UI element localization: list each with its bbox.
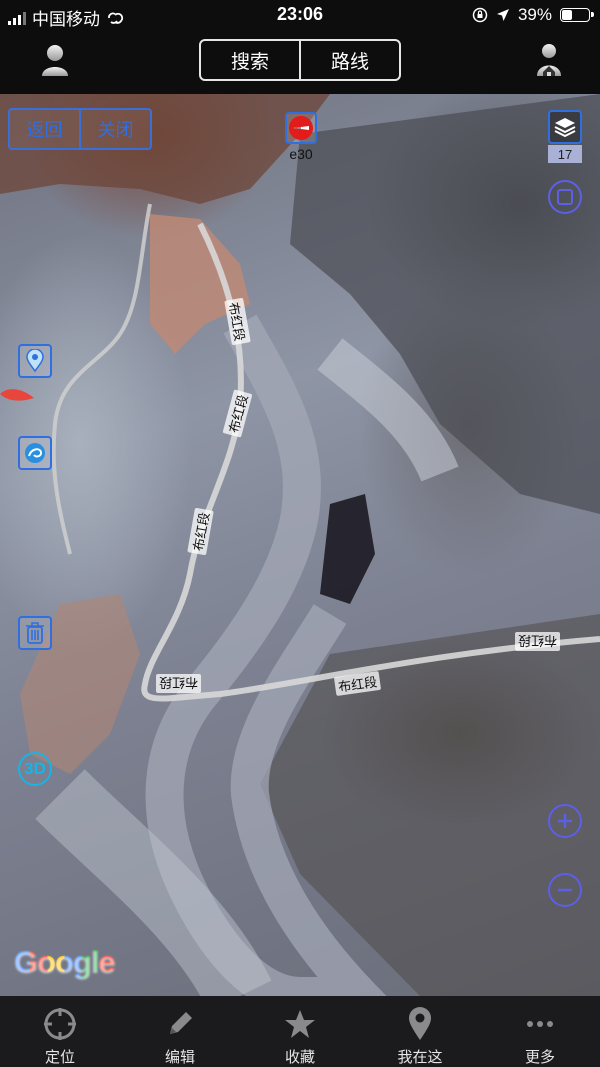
road-label: 布红段 — [515, 632, 561, 651]
delete-button[interactable] — [18, 616, 52, 650]
trash-icon — [26, 622, 44, 644]
location-pin-icon — [409, 1007, 431, 1040]
track-swirl-icon — [25, 443, 45, 463]
more-dots-icon — [527, 1021, 553, 1027]
zoom-level-badge: 17 — [548, 145, 582, 163]
mode-3d-button[interactable]: 3D — [18, 752, 52, 786]
road-label: 布红段 — [156, 674, 202, 693]
tab-search[interactable]: 搜索 — [201, 41, 299, 79]
battery-percent: 39% — [517, 5, 552, 24]
google-logo: Google — [14, 944, 116, 979]
crosshair-icon — [44, 1008, 76, 1040]
orientation-lock-icon — [472, 7, 488, 23]
terrain-imagery — [0, 94, 600, 996]
leaf-marker-icon — [0, 389, 34, 401]
compass-label: e30 — [289, 146, 313, 162]
layers-button[interactable] — [548, 110, 582, 144]
nav-edit-label: 编辑 — [164, 1049, 195, 1066]
user-button[interactable] — [38, 42, 72, 78]
google-attribution: Google — [14, 944, 116, 980]
bottom-nav: 定位 编辑 收藏 我在这 更多 — [0, 996, 600, 1067]
status-bar: 中国移动 23:06 39% — [0, 0, 600, 30]
back-close-group: 返回 关闭 — [8, 108, 152, 150]
user-icon — [42, 45, 68, 76]
compass-icon — [289, 116, 313, 140]
satellite-map[interactable]: 返回 关闭 e30 17 3D 布红段 布红段 布红段 布红段 布红段 布红段 … — [0, 94, 600, 996]
zoom-in-button[interactable] — [548, 804, 582, 838]
nav-locate[interactable]: 定位 — [0, 996, 120, 1067]
nav-more-label: 更多 — [524, 1049, 555, 1066]
zoom-out-button[interactable] — [548, 873, 582, 907]
nav-locate-label: 定位 — [44, 1049, 75, 1066]
compass-button[interactable] — [285, 112, 317, 144]
home-user-icon — [537, 44, 561, 76]
home-user-button[interactable] — [536, 42, 562, 78]
top-bar: 搜索 路线 — [0, 30, 600, 94]
battery-icon — [560, 8, 594, 22]
nav-favorites-label: 收藏 — [284, 1049, 315, 1066]
nav-here[interactable]: 我在这 — [360, 996, 480, 1067]
track-record-button[interactable] — [18, 436, 52, 470]
layers-icon — [554, 118, 576, 138]
nav-here-label: 我在这 — [397, 1049, 443, 1066]
nav-edit[interactable]: 编辑 — [120, 996, 240, 1067]
star-icon — [285, 1010, 315, 1038]
square-frame-icon — [557, 189, 573, 205]
location-arrow-icon — [496, 9, 509, 21]
plus-icon — [558, 814, 572, 828]
minus-icon — [558, 888, 572, 892]
back-button[interactable]: 返回 — [10, 110, 79, 148]
nav-favorites[interactable]: 收藏 — [240, 996, 360, 1067]
search-route-toggle: 搜索 路线 — [199, 39, 401, 81]
map-pin-icon — [26, 349, 44, 373]
pencil-icon — [170, 1012, 192, 1034]
close-button[interactable]: 关闭 — [79, 110, 150, 148]
pin-marker-button[interactable] — [18, 344, 52, 378]
tab-route[interactable]: 路线 — [299, 41, 399, 79]
frame-toggle-button[interactable] — [548, 180, 582, 214]
nav-more[interactable]: 更多 — [480, 996, 600, 1067]
